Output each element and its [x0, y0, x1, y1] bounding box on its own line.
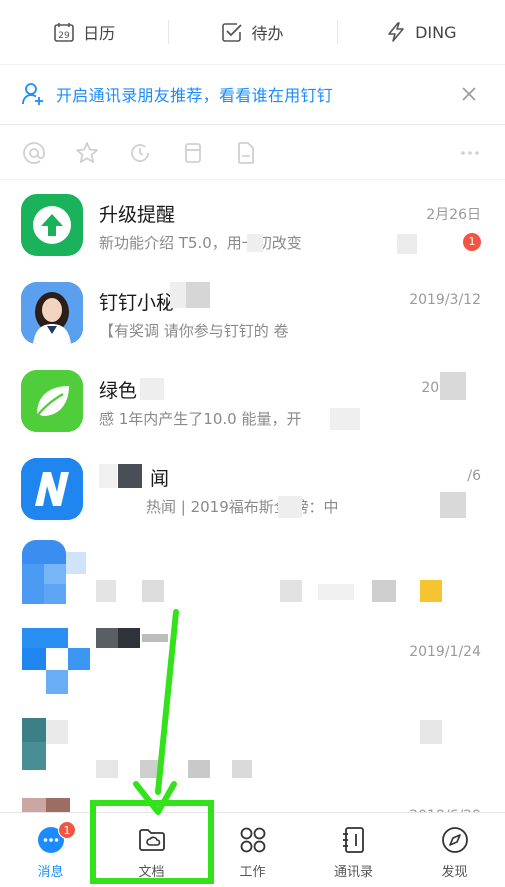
conversation-row-green[interactable]: 绿色 感 1年内产生了10.0 能量，开 2019: [0, 358, 505, 446]
conversation-row-pixelated[interactable]: 2019/1/24: [0, 622, 505, 710]
tab-ding[interactable]: DING: [336, 0, 505, 64]
pixelation-block: [420, 720, 442, 744]
at-icon[interactable]: [20, 139, 48, 167]
conversation-preview: 新功能介绍 T5.0，用一切改变: [99, 234, 302, 252]
pixelation-block: [440, 372, 466, 400]
nav-label: 工作: [239, 865, 266, 880]
annotation-highlight-box: [90, 800, 214, 884]
svg-text:29: 29: [58, 31, 70, 41]
calendar-icon: 29: [54, 23, 74, 42]
pixelation-block: [118, 628, 140, 648]
nav-label: 消息: [37, 865, 64, 880]
conversation-time: 2月26日: [426, 207, 481, 223]
nav-work[interactable]: 工作: [202, 813, 303, 887]
pixelation-block: [247, 234, 263, 252]
pixelation-block: [440, 492, 466, 518]
leaf-icon: [21, 370, 83, 432]
pixelated-avatar: [66, 552, 86, 574]
pixelation-block: [186, 282, 210, 308]
upgrade-arrow-icon: [21, 194, 83, 256]
pixelation-block: [380, 849, 420, 879]
pixelated-avatar: [22, 540, 66, 564]
conversation-preview: 感 1年内产生了10.0 能量，开: [99, 410, 302, 428]
conversation-preview: 热闻 | 2019福布斯全 榜：中: [146, 498, 339, 516]
star-icon[interactable]: [73, 139, 101, 167]
news-n-icon: [21, 458, 83, 520]
pixelation-block: [372, 580, 396, 602]
pixelation-block: [140, 760, 160, 778]
tab-calendar[interactable]: 29 日历: [0, 0, 168, 64]
assistant-photo: [21, 282, 83, 344]
more-icon[interactable]: [456, 139, 484, 167]
pixelation-block: [318, 584, 354, 600]
friend-recommend-banner[interactable]: 开启通讯录朋友推荐，看看谁在用钉钉: [0, 64, 505, 122]
pixelated-avatar: [68, 648, 90, 670]
pixelation-block: [330, 408, 360, 430]
conversation-time: 2019/1/24: [409, 644, 481, 660]
tab-todo-label: 待办: [251, 24, 284, 43]
pixelated-avatar: [22, 648, 46, 670]
pixelated-avatar: [44, 584, 66, 604]
pixelated-avatar: [22, 798, 46, 812]
nav-unread-badge: 1: [58, 821, 76, 839]
pixelation-block: [96, 628, 118, 648]
bottom-nav: 1 消息 文档 工作 通讯录 发现: [0, 812, 505, 887]
pixelation-block: [118, 464, 142, 488]
conversation-row-pixelated[interactable]: [0, 710, 505, 798]
pixelation-block: [278, 496, 302, 518]
tab-calendar-label: 日历: [83, 24, 116, 43]
pixelation-block: [397, 234, 417, 254]
pixelation-block: [96, 580, 116, 602]
pixelation-block: [188, 760, 210, 778]
close-icon[interactable]: [459, 84, 479, 104]
add-friend-icon: [22, 82, 43, 105]
pixelated-avatar: [46, 720, 68, 744]
pixelation-block: [96, 760, 118, 778]
pixelation-block: [420, 580, 442, 602]
quick-filter-bar: [0, 124, 505, 180]
pixelation-block: [142, 634, 168, 642]
conversation-row-upgrade[interactable]: 升级提醒 新功能介绍 T5.0，用一切改变 2月26日 1: [0, 182, 505, 270]
pixelated-avatar: [46, 670, 68, 694]
contacts-icon: [342, 827, 364, 853]
conversation-row-assistant[interactable]: 钉钉小秘 【有奖调 请你参与钉钉的 卷 2019/3/12: [0, 270, 505, 358]
clock-icon[interactable]: [126, 139, 154, 167]
pixelated-avatar: [68, 628, 90, 650]
tab-ding-label: DING: [415, 22, 457, 42]
pixelated-avatar: [22, 742, 46, 770]
todo-check-icon: [222, 23, 243, 42]
document-icon[interactable]: [232, 139, 260, 167]
pixelation-block: [99, 464, 117, 488]
pixelated-avatar: [22, 564, 44, 604]
conversation-title: 闻: [150, 468, 170, 490]
conversation-time: 2019/3/12: [409, 292, 481, 308]
pixelation-block: [280, 580, 302, 602]
nav-messages[interactable]: 1 消息: [0, 813, 101, 887]
conversation-title: 绿色: [99, 380, 138, 402]
banner-text: 开启通讯录朋友推荐，看看谁在用钉钉: [56, 85, 334, 105]
pixelated-avatar: [22, 628, 68, 648]
pixelation-block: [142, 580, 164, 602]
conversation-title: 钉钉小秘: [99, 292, 176, 314]
pixelation-block: [140, 378, 164, 400]
conversation-row-news[interactable]: 闻 热闻 | 2019福布斯全 榜：中 /6: [0, 446, 505, 534]
pixelation-block: [232, 760, 252, 778]
pixelated-avatar: [22, 718, 46, 742]
conversation-row-pixelated[interactable]: [0, 534, 505, 622]
compass-icon: [441, 827, 468, 853]
conversation-preview: 【有奖调 请你参与钉钉的 卷: [99, 322, 289, 340]
archive-icon[interactable]: [179, 139, 207, 167]
top-tabs: 29 日历 待办 DING: [0, 0, 505, 64]
lightning-icon: [388, 22, 404, 42]
conversation-time: /6: [467, 468, 481, 484]
grid-icon: [240, 827, 265, 853]
pixelated-avatar: [46, 798, 70, 812]
unread-badge: 1: [463, 233, 481, 251]
pixelated-avatar: [44, 564, 66, 584]
tab-todo[interactable]: 待办: [168, 0, 336, 64]
conversation-title: 升级提醒: [99, 204, 176, 226]
pixelation-block: [170, 282, 186, 308]
